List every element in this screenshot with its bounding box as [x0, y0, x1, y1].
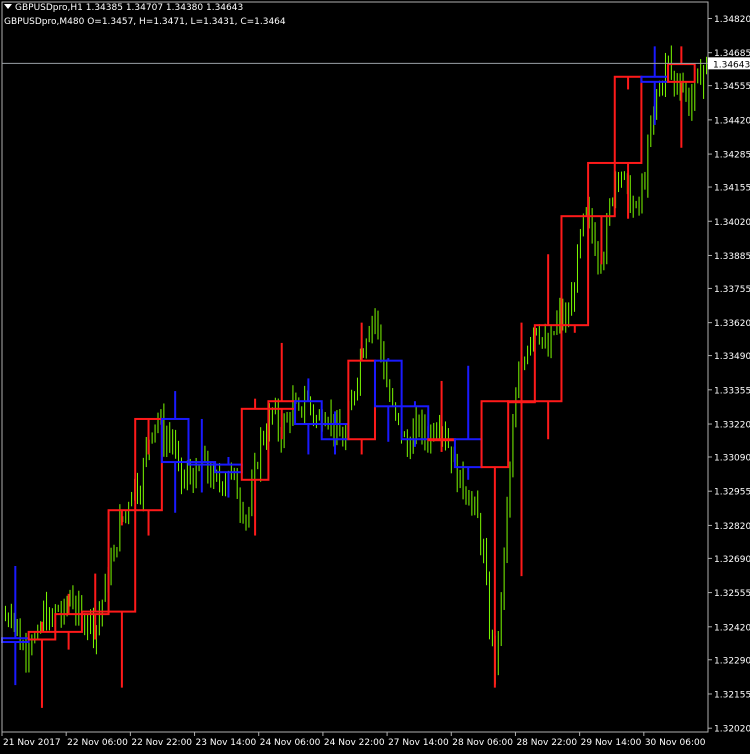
y-tick-label: 1.34020 [714, 218, 750, 228]
m480-candle [134, 417, 163, 536]
header-m480-text: GBPUSDpro,M480 O=1.3457, H=1.3471, L=1.3… [4, 17, 286, 27]
m480-body [507, 400, 536, 404]
m480-body [27, 630, 57, 641]
y-tick-label: 1.32555 [714, 589, 750, 599]
y-tick-label: 1.34685 [714, 49, 750, 59]
y-tick-label: 1.34285 [714, 151, 750, 161]
chart-area[interactable]: 1.34643 1.34820 1.34685 1.34555 1.34420 1.342… [0, 0, 750, 750]
y-tick-label: 1.33885 [714, 252, 750, 262]
m480-candle [507, 322, 536, 577]
y-tick-label: 1.33755 [714, 285, 750, 295]
m480-candle [453, 365, 483, 480]
x-tick-label: 29 Nov 14:00 [581, 738, 642, 748]
y-tick-label: 1.33090 [714, 453, 750, 463]
m480-candle [667, 46, 696, 148]
m480-candle [400, 401, 430, 447]
m480-candles-layer [1, 46, 696, 708]
plot-frame [1, 1, 709, 733]
m480-candle [80, 573, 110, 640]
m480-candle [267, 342, 297, 440]
y-tick-label: 1.33490 [714, 352, 750, 362]
x-tick-label: 23 Nov 14:00 [196, 738, 257, 748]
m480-body [400, 405, 430, 441]
y-tick-label: 1.32690 [714, 555, 750, 565]
m480-body [320, 423, 350, 441]
y-tick-label: 1.34820 [714, 15, 750, 25]
m480-body [54, 613, 83, 633]
y-tick-label: 1.33220 [714, 421, 750, 431]
m480-candle [54, 593, 83, 650]
m480-body [613, 75, 643, 164]
x-tick-label: 21 Nov 2017 [3, 738, 61, 748]
y-tick-label: 1.34555 [714, 82, 750, 92]
m480-body [347, 359, 376, 441]
x-tick-label: 22 Nov 06:00 [67, 738, 128, 748]
m480-body [640, 75, 670, 83]
m480-body [667, 63, 696, 83]
y-tick-label: 1.32155 [714, 690, 750, 700]
x-tick-label: 27 Nov 14:00 [388, 738, 449, 748]
y-tick-label: 1.32290 [714, 656, 750, 666]
m480-candle [107, 509, 137, 688]
m480-candle [427, 380, 456, 452]
price-chart[interactable]: 1.34643 1.34820 1.34685 1.34555 1.34420 1.342… [0, 0, 750, 750]
m480-candle [1, 565, 30, 686]
m480-body [480, 400, 510, 469]
x-tick-label: 24 Nov 22:00 [324, 738, 385, 748]
m480-body [373, 359, 403, 408]
chart-header-h1: GBPUSDpro,H1 1.34385 1.34707 1.34380 1.3… [4, 3, 243, 13]
m480-candle [613, 75, 643, 219]
x-tick-label: 30 Nov 06:00 [645, 738, 706, 748]
current-price-label: 1.34643 [713, 60, 750, 70]
y-tick-label: 1.32420 [714, 623, 750, 633]
m480-candle [347, 322, 376, 455]
x-tick-label: 24 Nov 06:00 [260, 738, 321, 748]
m480-candle [480, 400, 510, 688]
y-tick-label: 1.33620 [714, 319, 750, 329]
m480-candle [373, 358, 403, 442]
m480-body [1, 637, 30, 644]
y-tick-label: 1.32955 [714, 488, 750, 498]
y-tick-label: 1.32020 [714, 725, 750, 735]
y-tick-label: 1.34155 [714, 184, 750, 194]
m480-body [80, 610, 110, 616]
axes-layer: 1.34643 1.34820 1.34685 1.34555 1.34420 1.342… [1, 1, 750, 748]
x-tick-label: 28 Nov 06:00 [452, 738, 513, 748]
y-tick-label: 1.32820 [714, 522, 750, 532]
m480-candle [640, 46, 670, 125]
m480-body [453, 438, 483, 469]
chart-header-m480: GBPUSDpro,M480 O=1.3457, H=1.3471, L=1.3… [4, 17, 286, 27]
h1-candles-layer [4, 45, 708, 685]
collapse-triangle-icon[interactable] [4, 4, 12, 9]
m480-candle [294, 378, 323, 455]
x-tick-label: 22 Nov 22:00 [131, 738, 192, 748]
y-tick-label: 1.34420 [714, 116, 750, 126]
header-h1-text: GBPUSDpro,H1 1.34385 1.34707 1.34380 1.3… [15, 3, 244, 13]
y-tick-label: 1.33355 [714, 386, 750, 396]
m480-body [427, 438, 456, 442]
m480-candle [27, 621, 57, 708]
x-tick-label: 28 Nov 22:00 [516, 738, 577, 748]
